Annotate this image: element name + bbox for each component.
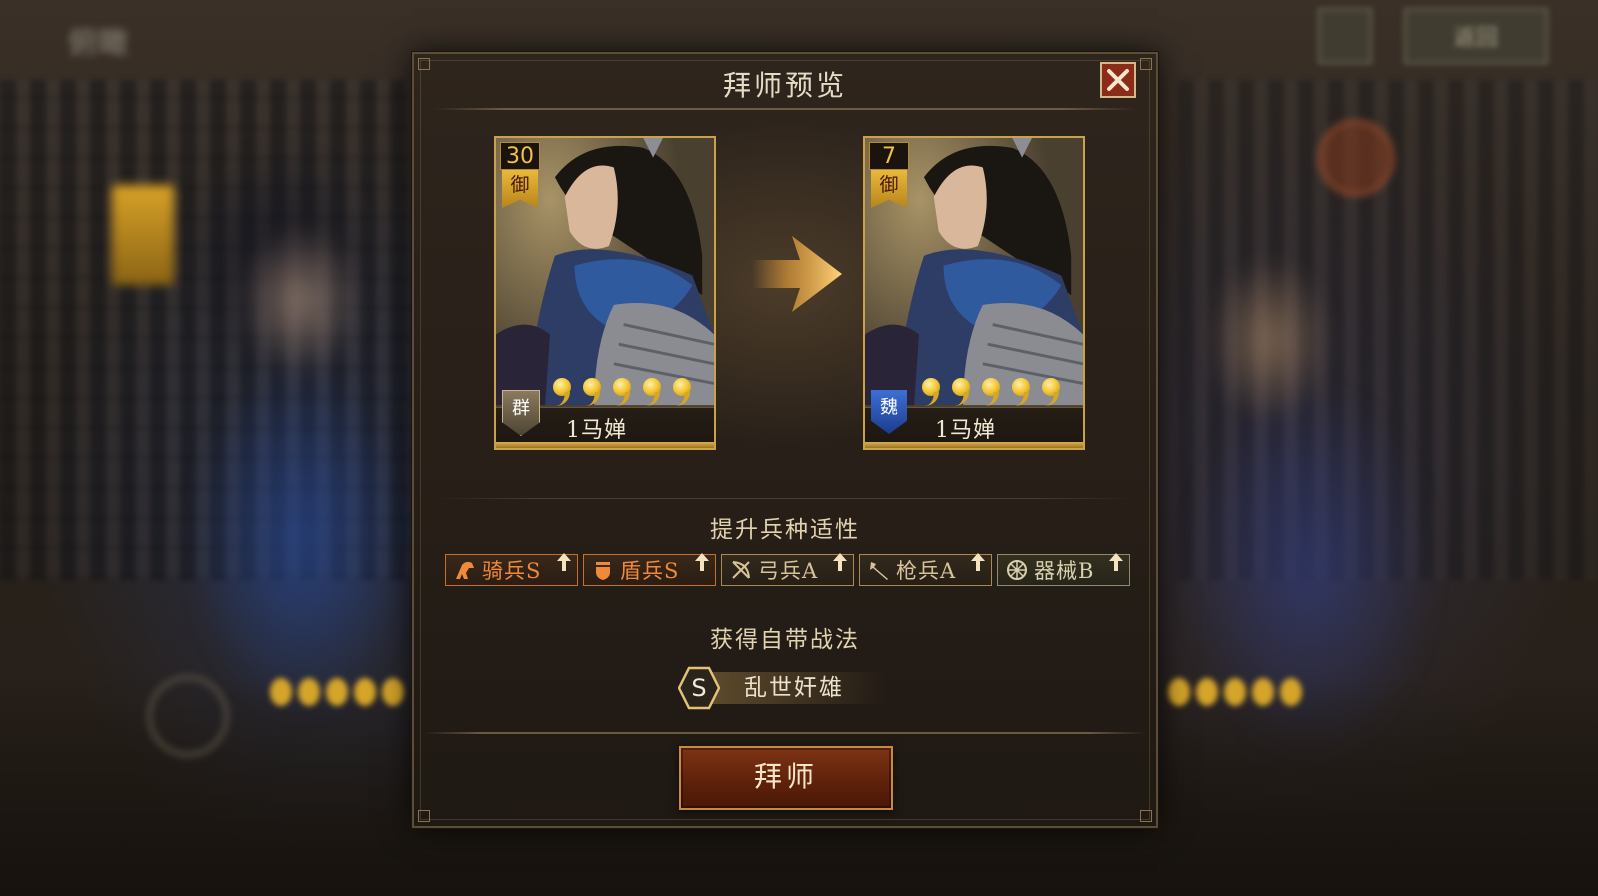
background-hero-portrait	[1160, 140, 1480, 760]
corner-ornament	[1140, 810, 1152, 822]
star-icon	[610, 376, 633, 406]
corner-ornament	[418, 810, 430, 822]
troop-label: 枪兵A	[896, 559, 957, 583]
shield-icon	[592, 559, 614, 581]
background-seal-icon	[1318, 120, 1394, 196]
background-stars	[270, 678, 404, 706]
close-icon	[1107, 69, 1129, 91]
close-button[interactable]	[1100, 62, 1136, 98]
apprentice-preview-dialog: 拜师预览 30 御 1马婵 群 7 御 1马婵 魏 提升兵种适性 骑兵S 盾兵S…	[412, 52, 1158, 828]
star-icon	[550, 376, 573, 406]
footer-divider	[424, 732, 1146, 734]
troop-tag-cavalry[interactable]: 骑兵S	[445, 553, 578, 586]
upgrade-arrow-icon	[971, 553, 985, 571]
star-icon	[670, 376, 693, 406]
hero-role-ribbon: 御	[871, 170, 907, 208]
star-icon	[640, 376, 663, 406]
background-level-badge	[112, 185, 174, 285]
title-divider	[434, 108, 1136, 110]
hero-name: 1马婵	[935, 418, 996, 443]
background-hero-portrait	[150, 110, 450, 750]
upgrade-arrow-icon	[833, 553, 847, 571]
hero-role-ribbon: 御	[502, 170, 538, 208]
hero-name: 1马婵	[566, 418, 627, 443]
background-title: 俯瞰	[68, 26, 128, 61]
section-divider	[434, 498, 1136, 499]
hero-level-tag: 7 御	[869, 142, 909, 208]
troop-tag-spear[interactable]: 枪兵A	[859, 553, 992, 586]
hero-card-before[interactable]: 30 御 1马婵 群	[494, 136, 716, 450]
siege-wheel-icon	[1006, 559, 1028, 581]
skill-grade: S	[691, 674, 707, 702]
star-icon	[949, 376, 972, 406]
background-stars	[1168, 678, 1302, 706]
star-icon	[979, 376, 1002, 406]
troop-label: 盾兵S	[620, 559, 680, 583]
star-icon	[919, 376, 942, 406]
star-icon	[1009, 376, 1032, 406]
hero-stars	[919, 376, 1062, 406]
star-icon	[1039, 376, 1062, 406]
hero-level: 7	[869, 142, 909, 170]
hero-card-after[interactable]: 7 御 1马婵 魏	[863, 136, 1085, 450]
troop-tag-siege[interactable]: 器械B	[997, 553, 1130, 586]
dialog-title: 拜师预览	[722, 69, 847, 102]
star-icon	[580, 376, 603, 406]
skill-name: 乱世奸雄	[744, 675, 844, 701]
hero-level-tag: 30 御	[500, 142, 540, 208]
spear-icon	[868, 559, 890, 581]
upgrade-arrow-icon	[695, 553, 709, 571]
background-back-button: 返回	[1404, 8, 1548, 64]
innate-skill[interactable]: S 乱世奸雄	[678, 666, 898, 710]
hero-level: 30	[500, 142, 540, 170]
background-menu-button	[1318, 8, 1372, 64]
troop-aptitude-list: 骑兵S 盾兵S 弓兵A 枪兵A 器械B	[445, 553, 1130, 586]
apprentice-button[interactable]: 拜师	[679, 746, 893, 810]
troop-tag-archer[interactable]: 弓兵A	[721, 553, 854, 586]
troop-label: 弓兵A	[758, 559, 819, 583]
bow-icon	[730, 559, 752, 581]
background-faction-emblem	[148, 676, 228, 756]
arrow-right-icon	[752, 236, 842, 312]
troop-label: 骑兵S	[482, 559, 542, 583]
troop-label: 器械B	[1034, 559, 1095, 583]
upgrade-arrow-icon	[557, 553, 571, 571]
upgrade-arrow-icon	[1109, 553, 1123, 571]
hero-stars	[550, 376, 693, 406]
cavalry-icon	[454, 559, 476, 581]
troop-tag-shield[interactable]: 盾兵S	[583, 553, 716, 586]
troop-section-title: 提升兵种适性	[710, 517, 860, 543]
skill-section-title: 获得自带战法	[710, 627, 860, 653]
